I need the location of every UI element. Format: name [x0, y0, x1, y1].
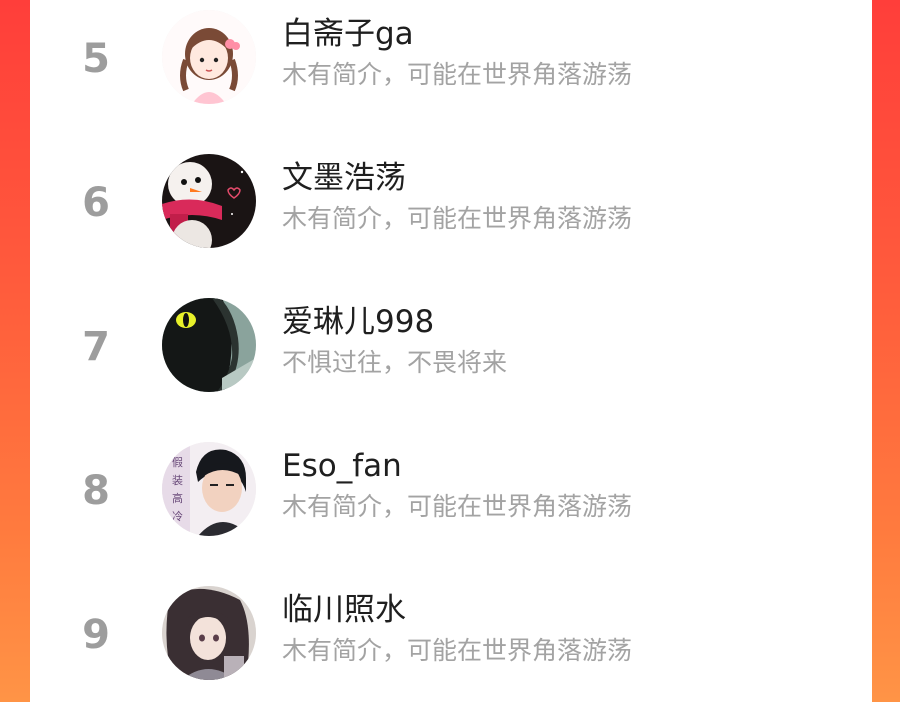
user-bio: 木有简介，可能在世界角落游荡: [282, 636, 633, 665]
avatar-caption: 假: [172, 455, 183, 469]
leaderboard-row[interactable]: 9 临川照水 木有简介，可能在世界角落游荡: [30, 564, 872, 702]
user-name[interactable]: Eso_fan: [282, 448, 402, 484]
user-bio: 木有简介，可能在世界角落游荡: [282, 60, 633, 89]
black-cat-avatar-icon[interactable]: [162, 298, 256, 392]
avatar-caption: 高: [172, 491, 183, 505]
user-name[interactable]: 文墨浩荡: [282, 160, 406, 196]
rank-number: 5: [82, 36, 110, 82]
user-name[interactable]: 爱琳儿998: [282, 304, 434, 340]
leaderboard-row[interactable]: 5 白斋子ga 木有简介，可能在世界角落游荡: [30, 0, 872, 132]
leaderboard-card: 5 白斋子ga 木有简介，可能在世界角落游荡 6 文墨浩荡 木有简介，可能在世界…: [30, 0, 872, 702]
girl-cartoon-avatar-icon[interactable]: [162, 10, 256, 104]
anime-girl-avatar-icon[interactable]: [162, 586, 256, 680]
leaderboard-row[interactable]: 7 爱琳儿998 不惧过往，不畏将来: [30, 276, 872, 420]
avatar-caption: 装: [172, 474, 183, 487]
leaderboard-row[interactable]: 6 文墨浩荡 木有简介，可能在世界角落游荡: [30, 132, 872, 276]
leaderboard-row[interactable]: 8 假 装 高 冷 Eso_fan 木有简介，可能在世界角落游荡: [30, 420, 872, 564]
man-portrait-avatar-icon[interactable]: 假 装 高 冷: [162, 442, 256, 536]
user-bio: 木有简介，可能在世界角落游荡: [282, 204, 633, 233]
user-bio: 木有简介，可能在世界角落游荡: [282, 492, 633, 521]
rank-number: 9: [82, 612, 110, 658]
rank-number: 6: [82, 180, 110, 226]
avatar-caption: 冷: [172, 510, 183, 523]
rank-number: 7: [82, 324, 110, 370]
snowman-avatar-icon[interactable]: [162, 154, 256, 248]
user-name[interactable]: 临川照水: [282, 592, 406, 628]
rank-number: 8: [82, 468, 110, 514]
user-bio: 不惧过往，不畏将来: [282, 348, 508, 377]
user-name[interactable]: 白斋子ga: [282, 16, 414, 52]
